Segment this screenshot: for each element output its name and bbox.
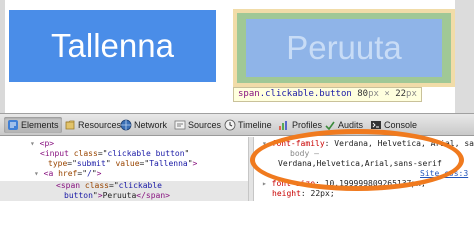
expand-triangle-icon: ▾ (30, 139, 35, 148)
tab-elements-label: Elements (21, 120, 59, 130)
tab-network-label: Network (134, 120, 168, 130)
tab-resources-label: Resources (78, 120, 122, 130)
save-button[interactable]: Tallenna (9, 10, 216, 82)
dom-input-value-val: Tallenna (149, 159, 188, 168)
tab-profiles-label: Profiles (292, 120, 323, 130)
dom-a-href-attr: href (58, 169, 78, 178)
elements-icon (7, 119, 19, 131)
dom-a-open: <a (43, 169, 59, 178)
dom-span-open: <span (56, 181, 85, 190)
tooltip-unit-h: px (406, 89, 417, 99)
dom-node-span-cont[interactable]: button">Peruuta</span> (64, 191, 170, 201)
sources-icon (174, 119, 186, 131)
dom-node-p[interactable]: ▾ <p> (30, 139, 54, 149)
dom-input-value-attr: value (115, 159, 140, 168)
dom-input-type-attr: type (48, 159, 68, 168)
tab-sources-label: Sources (188, 120, 222, 130)
page-margin-left (0, 0, 5, 113)
tab-console-label: Console (384, 120, 418, 130)
dom-span-class-val: clickable (118, 181, 162, 190)
profiles-icon (278, 119, 290, 131)
dom-node-span[interactable]: <span class="clickable (56, 181, 162, 191)
dom-node-a[interactable]: ▾ <a href="/"> (34, 169, 102, 179)
page-scrollbar[interactable] (455, 0, 474, 113)
element-size-tooltip: span.clickable.button 80px × 22px (233, 87, 422, 102)
dom-input-open: <input (40, 149, 74, 158)
tab-resources[interactable]: Resources (64, 117, 121, 133)
page-viewport: Tallenna Peruuta span.clickable.button 8… (0, 0, 474, 113)
dom-node-input-cont[interactable]: type="submit" value="Tallenna"> (48, 159, 197, 169)
dom-input-class-attr: class (73, 149, 98, 158)
tab-timeline-label: Timeline (238, 120, 272, 130)
tooltip-separator: × (384, 89, 390, 99)
tab-timeline[interactable]: Timeline (224, 117, 272, 133)
elements-panel[interactable]: ▾ <p> <input class="clickable button" ty… (0, 137, 248, 201)
tab-sources[interactable]: Sources (174, 117, 221, 133)
tab-elements[interactable]: Elements (4, 117, 62, 133)
resources-icon (64, 119, 76, 131)
style-height[interactable]: height: 22px; (272, 189, 335, 199)
style-height-value: 22px; (310, 189, 335, 198)
dom-input-type-val: submit (76, 159, 106, 168)
tooltip-height: 22 (395, 89, 407, 99)
tooltip-unit-w: px (368, 89, 379, 99)
tooltip-tag: span (238, 89, 260, 99)
dom-a-close: > (96, 169, 102, 178)
tab-network[interactable]: Network (120, 117, 167, 133)
dom-span-end: </span> (136, 191, 170, 200)
dom-p-tag: <p> (39, 139, 55, 148)
dom-node-input[interactable]: <input class="clickable button" (40, 149, 189, 159)
dom-span-class-attr: class (84, 181, 109, 190)
timeline-icon (224, 119, 236, 131)
dom-span-text: Peruuta (102, 191, 137, 200)
expand-triangle-icon: ▾ (34, 169, 39, 178)
style-height-prop: height (272, 189, 301, 198)
collapse-triangle-icon: ▸ (262, 179, 267, 188)
dom-a-href-val: / (87, 169, 92, 178)
tooltip-width: 80 (357, 89, 369, 99)
network-icon (120, 119, 132, 131)
cancel-button[interactable]: Peruuta (246, 19, 442, 77)
dom-input-class-val: clickable button (107, 149, 185, 158)
tooltip-class: .clickable.button (259, 89, 352, 99)
dom-input-close: > (192, 159, 198, 168)
annotation-ring (250, 129, 464, 191)
dom-span-class-val-cont: button (64, 191, 93, 200)
